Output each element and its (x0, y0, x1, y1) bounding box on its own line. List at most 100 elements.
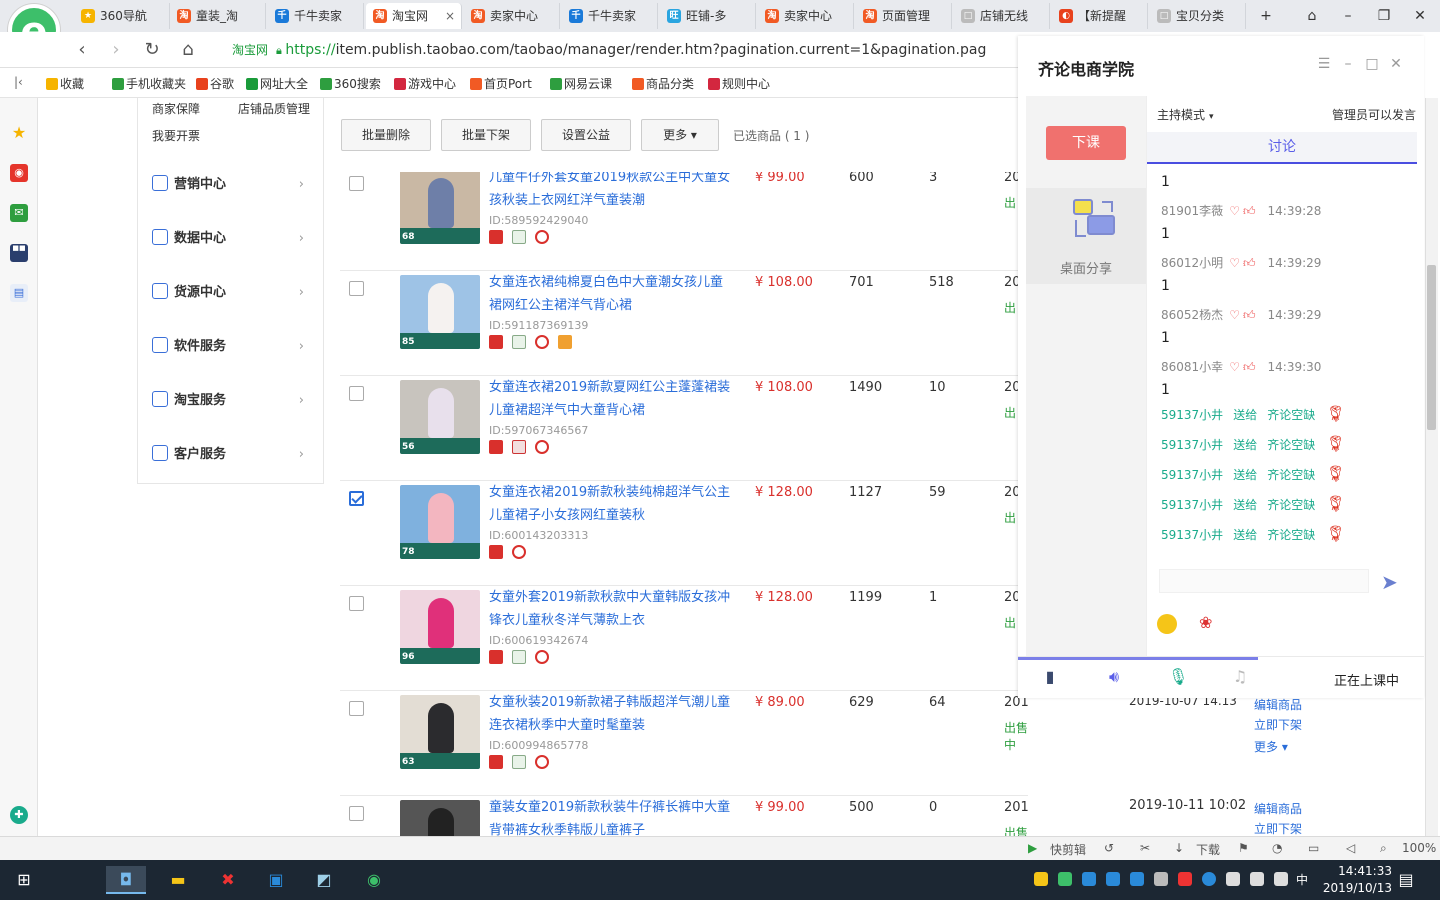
heart-badge-icon[interactable] (512, 545, 526, 559)
host-mode-dropdown[interactable]: 主持模式 ▾ (1157, 106, 1214, 123)
volume-icon[interactable] (1274, 872, 1288, 886)
screen-recorder-icon[interactable]: ▣ (256, 866, 296, 894)
product-title-link[interactable]: 童装女童2019新款秋装牛仔裤长裤中大童背带裤女秋季韩版儿童裤子 (489, 796, 735, 836)
sidebar-menu-0[interactable]: 营销中心 › (152, 173, 312, 197)
download-link[interactable]: 下载 (1196, 841, 1220, 858)
favorites-star-icon[interactable]: ★ (10, 124, 28, 142)
green-badge-icon[interactable] (512, 230, 526, 244)
row6-edit-link[interactable]: 编辑商品 (1254, 696, 1302, 713)
sidebar-link-quality[interactable]: 店铺品质管理 (238, 100, 310, 117)
assistant-icon[interactable]: ✚ (10, 806, 28, 824)
chat-username[interactable]: 86012小明 (1161, 256, 1223, 270)
bookmark-6[interactable]: 首页Port (470, 75, 532, 92)
gold-badge-icon[interactable] (558, 335, 572, 349)
product-thumbnail[interactable] (400, 800, 480, 836)
tray-360-icon[interactable] (1034, 872, 1048, 886)
red-badge-icon[interactable] (489, 755, 503, 769)
thumbs-up-icon[interactable]: 👍︎ (1243, 308, 1256, 322)
quick-cut-icon[interactable]: ▶ (1028, 841, 1037, 855)
quick-cut-link[interactable]: 快剪辑 (1050, 841, 1086, 858)
clear-icon[interactable]: ◔ (1272, 841, 1282, 855)
redx-badge-icon[interactable] (512, 440, 526, 454)
tray-recorder-icon[interactable] (1130, 872, 1144, 886)
product-title-link[interactable]: 儿童牛仔外套女童2019秋款公主中大童女孩秋装上衣网红洋气童装潮 (489, 172, 735, 212)
bookmark-0[interactable]: 收藏 (46, 75, 84, 92)
wifi-icon[interactable] (1250, 872, 1264, 886)
window-skin-icon[interactable]: ⌂ (1302, 6, 1322, 26)
ime-indicator[interactable]: 中 (1296, 871, 1308, 888)
heart-badge-icon[interactable] (535, 755, 549, 769)
green-badge-icon[interactable] (512, 755, 526, 769)
product-thumbnail[interactable]: 63 (400, 695, 480, 769)
battery-icon[interactable] (1226, 872, 1240, 886)
end-class-button[interactable]: 下课 (1046, 126, 1126, 160)
tab-discussion[interactable]: 讨论 (1147, 132, 1417, 164)
music-icon[interactable]: ♫ (1230, 667, 1250, 687)
row-checkbox[interactable] (349, 806, 364, 821)
row-checkbox[interactable] (349, 176, 364, 191)
panel-menu-icon[interactable]: ☰ (1316, 56, 1332, 72)
product-thumbnail[interactable]: 96 (400, 590, 480, 664)
taskbar-app-icon[interactable]: ◘ (106, 866, 146, 894)
heart-badge-icon[interactable] (535, 650, 549, 664)
tab-1[interactable]: 淘童装_淘 (170, 3, 266, 29)
tools-icon[interactable]: ✂ (1140, 841, 1150, 855)
page-scrollbar-thumb[interactable] (1427, 265, 1436, 430)
heart-icon[interactable]: ♡ (1229, 308, 1240, 322)
red-badge-icon[interactable] (489, 230, 503, 244)
bookmark-9[interactable]: 规则中心 (708, 75, 770, 92)
tab-9[interactable]: □ 店铺无线 (954, 3, 1050, 29)
bluetooth-icon[interactable] (1202, 872, 1216, 886)
tray-wechat-icon[interactable] (1058, 872, 1072, 886)
panel-maximize-icon[interactable]: □ (1364, 56, 1380, 72)
tab-5[interactable]: 千千牛卖家 (562, 3, 658, 29)
green-badge-icon[interactable] (512, 650, 526, 664)
sidebar-link-guarantee[interactable]: 商家保障 (152, 100, 200, 117)
tab-7[interactable]: 淘卖家中心 (758, 3, 854, 29)
tab-6[interactable]: 旺旺铺-多 (660, 3, 756, 29)
tab-close-icon[interactable]: × (445, 3, 455, 29)
row-checkbox[interactable] (349, 386, 364, 401)
sidebar-menu-4[interactable]: 淘宝服务 › (152, 389, 312, 413)
forward-icon[interactable]: › (104, 38, 128, 62)
heart-badge-icon[interactable] (535, 440, 549, 454)
chat-input[interactable] (1159, 569, 1369, 593)
tab-8[interactable]: 淘页面管理 (856, 3, 952, 29)
product-title-link[interactable]: 女童连衣裙纯棉夏白色中大童潮女孩儿童裙网红公主裙洋气背心裙 (489, 271, 735, 317)
tab-11[interactable]: □ 宝贝分类 (1150, 3, 1246, 29)
row7-edit-link[interactable]: 编辑商品 (1254, 800, 1302, 817)
tab-10[interactable]: ◐ 【新提醒 (1052, 3, 1148, 29)
close-window-icon[interactable]: ✕ (1410, 6, 1430, 26)
send-icon[interactable]: ➤ (1381, 572, 1405, 594)
heart-badge-icon[interactable] (535, 230, 549, 244)
product-thumbnail[interactable]: 78 (400, 485, 480, 559)
window-icon[interactable]: ▭ (1308, 841, 1319, 855)
tray-qq-icon[interactable] (1106, 872, 1120, 886)
360-browser-icon[interactable]: ◉ (354, 866, 394, 894)
address-bar[interactable]: 淘宝网 🔒︎ https://item.publish.taobao.com/ta… (232, 37, 1018, 63)
product-title-link[interactable]: 女童连衣裙2019新款秋装纯棉超洋气公主儿童裙子小女孩网红童装秋 (489, 481, 735, 527)
sidebar-menu-2[interactable]: 货源中心 › (152, 281, 312, 305)
row7-offshelf-link[interactable]: 立即下架 (1254, 820, 1302, 836)
green-badge-icon[interactable] (512, 335, 526, 349)
home-icon[interactable]: ⌂ (176, 38, 200, 62)
set-welfare-button[interactable]: 设置公益 (541, 119, 631, 151)
xmind-icon[interactable]: ✖ (208, 866, 248, 894)
tab-4[interactable]: 淘卖家中心 (464, 3, 560, 29)
page-scrollbar[interactable] (1425, 98, 1438, 836)
news-icon[interactable]: ■■ (10, 244, 28, 262)
batch-delete-button[interactable]: 批量删除 (341, 119, 431, 151)
bookmark-4[interactable]: 360搜索 (320, 75, 381, 92)
document-icon[interactable]: ▤ (10, 284, 28, 302)
thumbs-up-icon[interactable]: 👍︎ (1243, 204, 1256, 218)
sidebar-link-invoice[interactable]: 我要开票 (152, 127, 200, 144)
red-badge-icon[interactable] (489, 545, 503, 559)
sidebar-menu-3[interactable]: 软件服务 › (152, 335, 312, 359)
mail-icon[interactable]: ✉ (10, 204, 28, 222)
back-icon[interactable]: ‹ (70, 38, 94, 62)
row6-more-link[interactable]: 更多 ▾ (1254, 738, 1288, 755)
system-clock[interactable]: 14:41:33 2019/10/13 (1323, 863, 1392, 897)
microphone-icon[interactable]: 🎙︎ (1168, 667, 1188, 687)
product-title-link[interactable]: 女童外套2019新款秋款中大童韩版女孩冲锋衣儿童秋冬洋气薄款上衣 (489, 586, 735, 632)
product-thumbnail[interactable]: 56 (400, 380, 480, 454)
